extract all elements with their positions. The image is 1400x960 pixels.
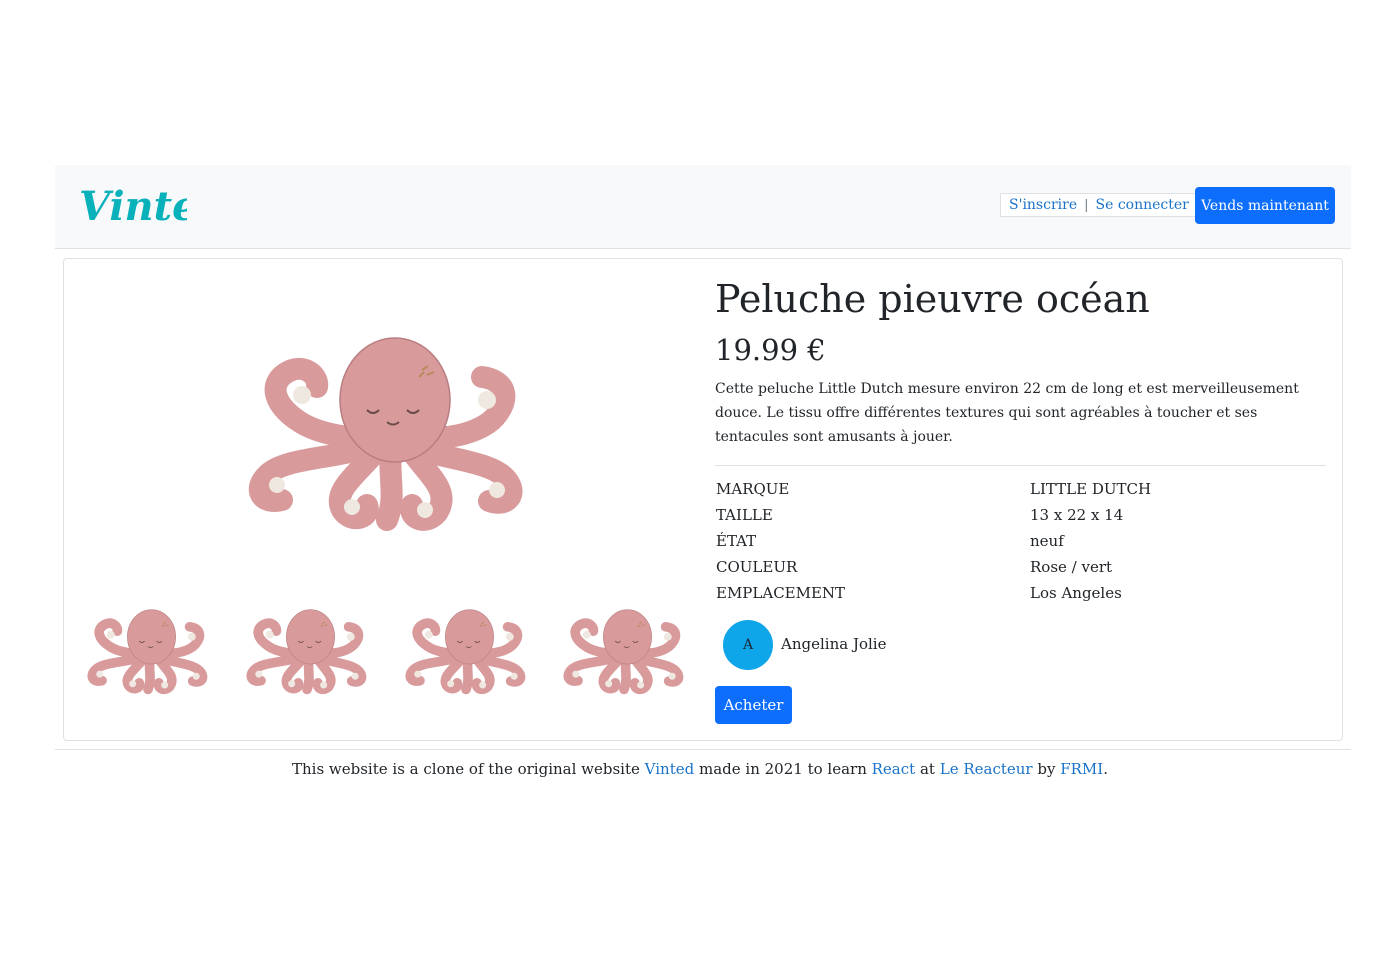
site-footer: This website is a clone of the original …: [0, 760, 1400, 778]
footer-divider: [55, 749, 1351, 750]
footer-text: This website is a clone of the original …: [291, 760, 640, 778]
octopus-thumbnail-2[interactable]: [245, 604, 369, 696]
seller-avatar[interactable]: A: [723, 620, 773, 670]
seller-name[interactable]: Angelina Jolie: [781, 635, 886, 653]
logo-text: Vinted: [79, 183, 187, 230]
product-card: Peluche pieuvre océan 19.99 € Cette pelu…: [63, 258, 1343, 741]
divider: [715, 465, 1326, 466]
spec-value: 13 x 22 x 14: [1030, 506, 1124, 524]
spec-key: EMPLACEMENT: [716, 584, 846, 602]
spec-row-color: COULEUR Rose / vert: [716, 554, 1326, 580]
vinted-logo[interactable]: Vinted: [77, 178, 226, 234]
buy-button[interactable]: Acheter: [715, 686, 792, 724]
spec-row-size: TAILLE 13 x 22 x 14: [716, 502, 1326, 528]
footer-link-le-reacteur[interactable]: Le Reacteur: [940, 760, 1033, 778]
footer-link-vinted[interactable]: Vinted: [645, 760, 695, 778]
footer-link-author[interactable]: FRMI: [1060, 760, 1103, 778]
product-price: 19.99 €: [715, 333, 826, 367]
product-specs: MARQUE LITTLE DUTCH TAILLE 13 x 22 x 14 …: [716, 476, 1326, 606]
octopus-thumbnail-1[interactable]: [86, 604, 210, 696]
footer-text: made in 2021 to learn: [699, 760, 867, 778]
site-header: Vinted S'inscrire | Se connecter Vends m…: [55, 165, 1351, 249]
spec-key: TAILLE: [716, 506, 773, 524]
logo-svg: Vinted: [79, 183, 226, 230]
spec-row-condition: ÉTAT neuf: [716, 528, 1326, 554]
login-link[interactable]: Se connecter: [1096, 197, 1189, 213]
product-description: Cette peluche Little Dutch mesure enviro…: [715, 381, 1299, 445]
octopus-thumbnail-4[interactable]: [562, 604, 686, 696]
spec-value: Rose / vert: [1030, 558, 1113, 576]
auth-separator: |: [1084, 197, 1089, 213]
spec-row-brand: MARQUE LITTLE DUTCH: [716, 476, 1326, 502]
spec-key: COULEUR: [716, 558, 798, 576]
spec-row-location: EMPLACEMENT Los Angeles: [716, 580, 1326, 606]
spec-key: MARQUE: [716, 480, 790, 498]
auth-links: S'inscrire | Se connecter: [1000, 193, 1198, 217]
sell-now-button[interactable]: Vends maintenant: [1195, 187, 1335, 224]
footer-text: at: [919, 760, 935, 778]
signup-link[interactable]: S'inscrire: [1009, 197, 1077, 213]
octopus-plush-main-image[interactable]: [247, 325, 527, 535]
spec-value: neuf: [1030, 532, 1064, 550]
spec-key: ÉTAT: [716, 532, 757, 550]
spec-value: Los Angeles: [1030, 584, 1122, 602]
octopus-thumbnail-3[interactable]: [404, 604, 528, 696]
spec-value: LITTLE DUTCH: [1030, 480, 1152, 498]
footer-text: by: [1037, 760, 1056, 778]
footer-period: .: [1103, 760, 1109, 778]
product-title: Peluche pieuvre océan: [715, 277, 1150, 321]
footer-link-react[interactable]: React: [872, 760, 916, 778]
